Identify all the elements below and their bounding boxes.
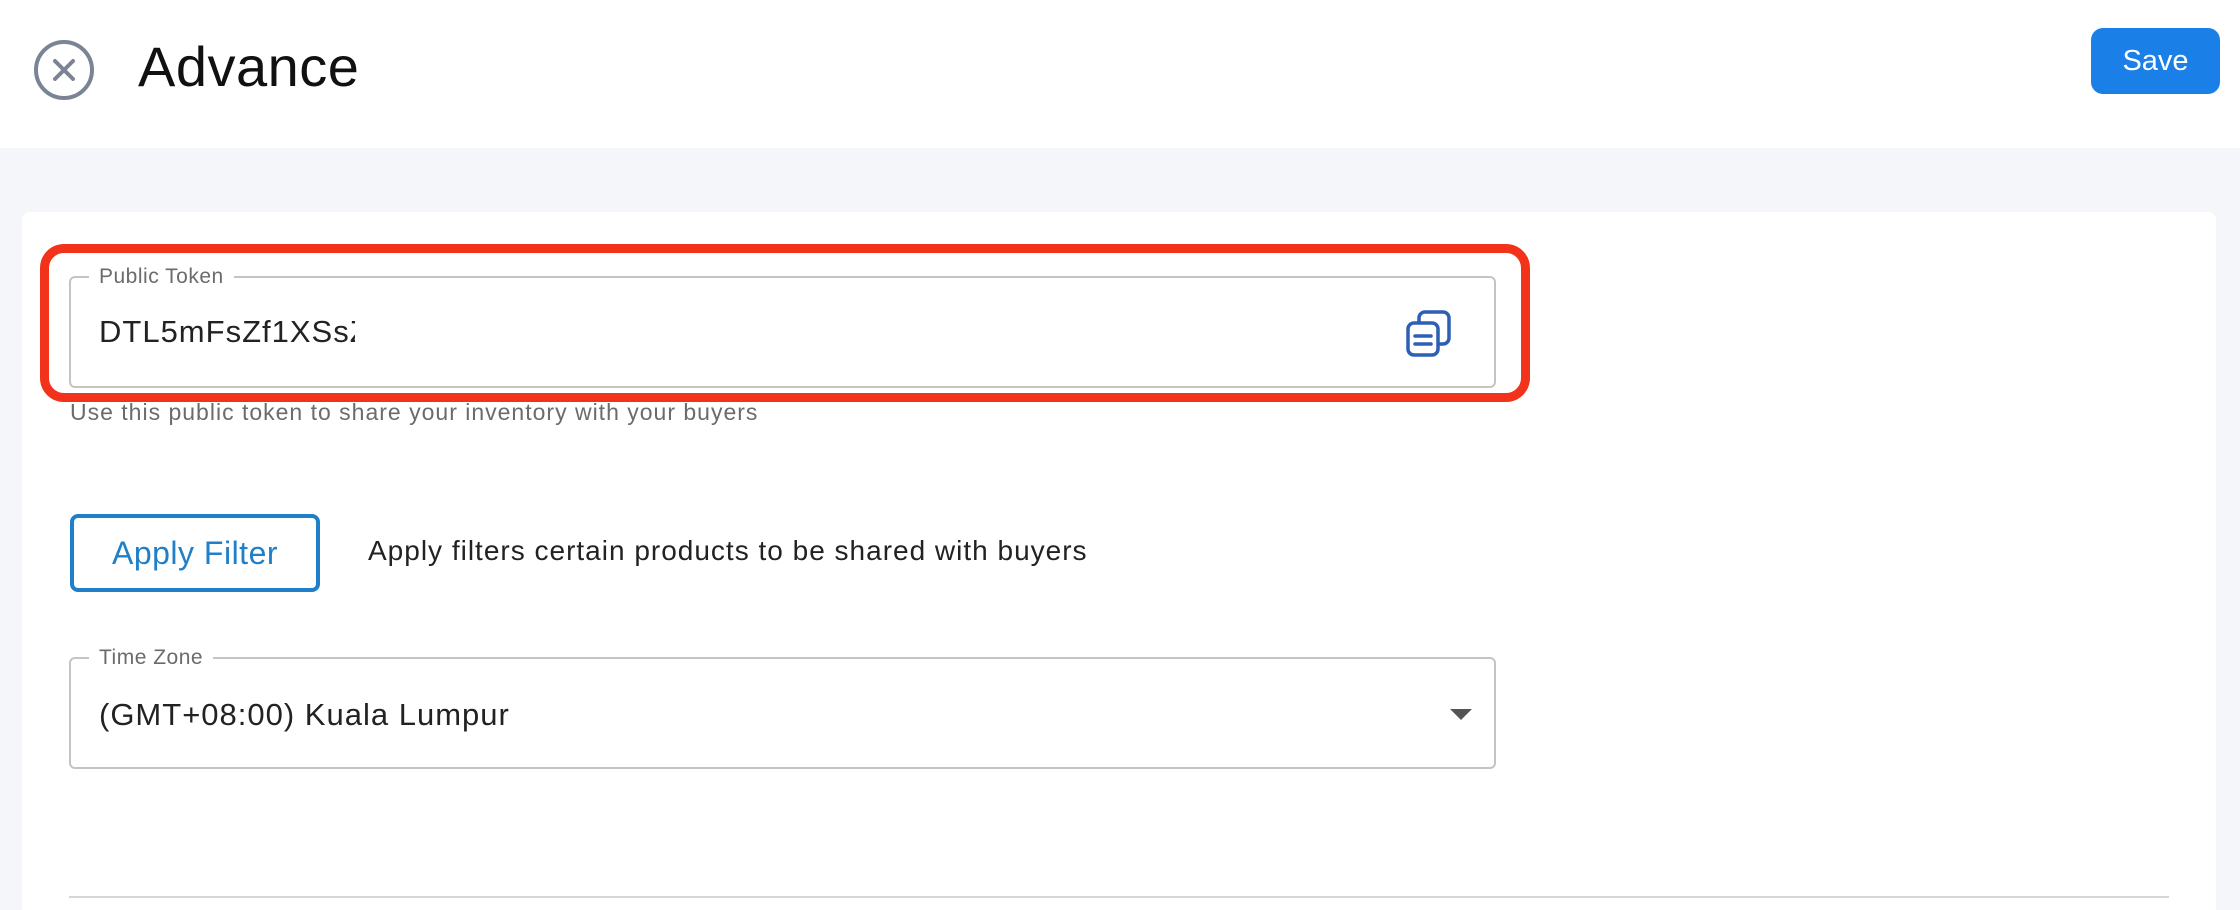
divider: [69, 896, 2169, 898]
copy-token-button[interactable]: [1401, 306, 1457, 362]
caret-down-icon[interactable]: [1450, 709, 1472, 720]
copy-icon: [1406, 310, 1451, 357]
save-button[interactable]: Save: [2091, 28, 2220, 94]
public-token-helper-text: Use this public token to share your inve…: [70, 399, 759, 425]
page-title: Advance: [138, 35, 360, 98]
close-icon: [53, 59, 75, 81]
time-zone-select[interactable]: Time Zone (GMT+08:00) Kuala Lumpur: [69, 644, 1496, 769]
header-bar: Advance Save: [0, 0, 2240, 148]
public-token-field[interactable]: Public Token DTL5mFsZf1XSsZ: [69, 263, 1496, 388]
apply-filter-button[interactable]: Apply Filter: [70, 514, 320, 592]
public-token-value[interactable]: DTL5mFsZf1XSsZ: [99, 314, 355, 350]
apply-filter-description: Apply filters certain products to be sha…: [368, 535, 1088, 566]
time-zone-label: Time Zone: [89, 644, 214, 672]
close-button[interactable]: [34, 40, 94, 100]
public-token-label: Public Token: [89, 263, 234, 291]
time-zone-value: (GMT+08:00) Kuala Lumpur: [99, 697, 510, 732]
